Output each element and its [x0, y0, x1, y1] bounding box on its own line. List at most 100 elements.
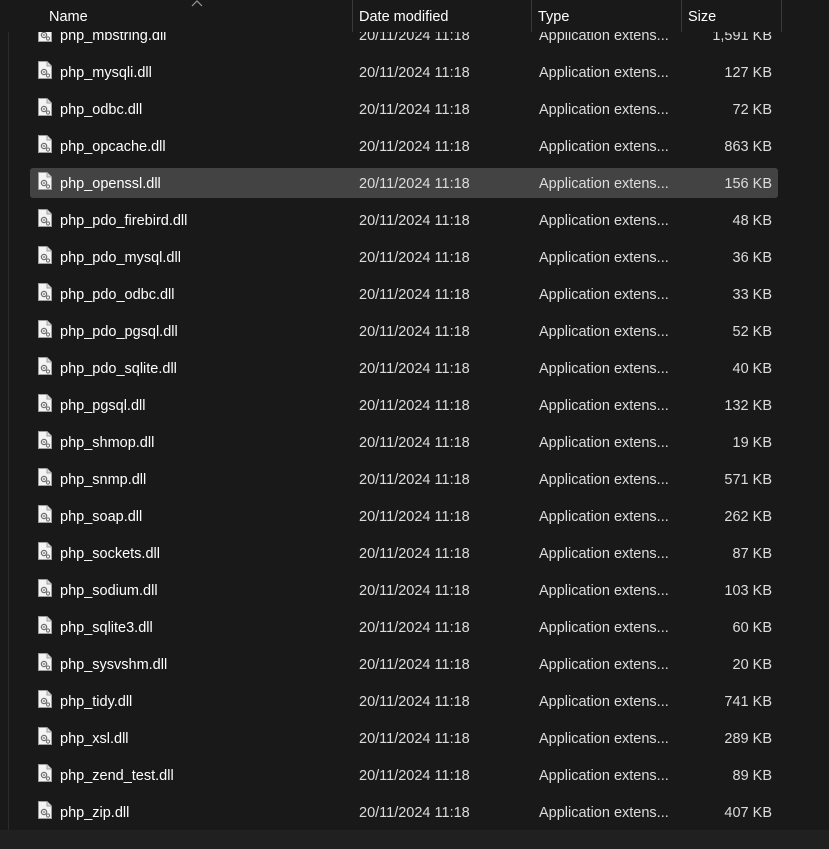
pane-left-border [8, 0, 9, 830]
dll-file-icon [38, 505, 52, 523]
file-name: php_xsl.dll [60, 731, 129, 747]
file-size: 33 KB [732, 287, 773, 303]
file-date-modified: 20/11/2024 11:18 [359, 213, 470, 229]
file-size: 89 KB [732, 768, 773, 784]
file-row[interactable]: php_odbc.dll 20/11/2024 11:18 Applicatio… [30, 94, 778, 124]
file-date-modified: 20/11/2024 11:18 [359, 250, 470, 266]
file-row[interactable]: php_zip.dll 20/11/2024 11:18 Application… [30, 797, 778, 827]
file-date-modified: 20/11/2024 11:18 [359, 546, 470, 562]
dll-file-icon [38, 61, 52, 79]
file-row[interactable]: php_snmp.dll 20/11/2024 11:18 Applicatio… [30, 464, 778, 494]
file-type: Application extens... [539, 435, 669, 451]
file-size: 87 KB [732, 546, 773, 562]
file-date-modified: 20/11/2024 11:18 [359, 731, 470, 747]
dll-file-icon [38, 246, 52, 264]
file-row[interactable]: php_opcache.dll 20/11/2024 11:18 Applica… [30, 131, 778, 161]
file-row[interactable]: php_xsl.dll 20/11/2024 11:18 Application… [30, 723, 778, 753]
file-type: Application extens... [539, 65, 669, 81]
file-size: 262 KB [724, 509, 772, 525]
file-name: php_openssl.dll [60, 176, 161, 192]
file-size: 52 KB [732, 324, 773, 340]
file-date-modified: 20/11/2024 11:18 [359, 102, 470, 118]
dll-file-icon [38, 690, 52, 708]
column-header-bar: Name Date modified Type Size [0, 0, 829, 32]
file-type: Application extens... [539, 361, 669, 377]
file-type: Application extens... [539, 139, 669, 155]
file-row[interactable]: php_pdo_odbc.dll 20/11/2024 11:18 Applic… [30, 279, 778, 309]
file-type: Application extens... [539, 213, 669, 229]
file-size: 72 KB [732, 102, 773, 118]
file-date-modified: 20/11/2024 11:18 [359, 472, 470, 488]
file-row[interactable]: php_sqlite3.dll 20/11/2024 11:18 Applica… [30, 612, 778, 642]
file-row[interactable]: php_pdo_firebird.dll 20/11/2024 11:18 Ap… [30, 205, 778, 235]
column-header-size[interactable]: Size [682, 0, 782, 32]
file-name: php_tidy.dll [60, 694, 133, 710]
file-row[interactable]: php_tidy.dll 20/11/2024 11:18 Applicatio… [30, 686, 778, 716]
file-size: 289 KB [724, 731, 772, 747]
file-row[interactable]: php_soap.dll 20/11/2024 11:18 Applicatio… [30, 501, 778, 531]
dll-file-icon [38, 468, 52, 486]
file-name: php_soap.dll [60, 509, 143, 525]
file-date-modified: 20/11/2024 11:18 [359, 176, 470, 192]
dll-file-icon [38, 801, 52, 819]
file-row[interactable]: php_zend_test.dll 20/11/2024 11:18 Appli… [30, 760, 778, 790]
dll-file-icon [38, 394, 52, 412]
file-row[interactable]: php_shmop.dll 20/11/2024 11:18 Applicati… [30, 427, 778, 457]
column-header-name[interactable]: Name [43, 0, 353, 32]
dll-file-icon [38, 209, 52, 227]
dll-file-icon [38, 616, 52, 634]
file-date-modified: 20/11/2024 11:18 [359, 768, 470, 784]
file-size: 103 KB [724, 583, 772, 599]
file-row[interactable]: php_mysqli.dll 20/11/2024 11:18 Applicat… [30, 57, 778, 87]
file-row[interactable]: php_sysvshm.dll 20/11/2024 11:18 Applica… [30, 649, 778, 679]
file-size: 127 KB [724, 65, 772, 81]
file-name: php_pdo_firebird.dll [60, 213, 188, 229]
file-type: Application extens... [539, 657, 669, 673]
file-name: php_sodium.dll [60, 583, 158, 599]
file-name: php_pdo_pgsql.dll [60, 324, 178, 340]
file-date-modified: 20/11/2024 11:18 [359, 657, 470, 673]
file-row[interactable]: php_pdo_mysql.dll 20/11/2024 11:18 Appli… [30, 242, 778, 272]
file-size: 863 KB [724, 139, 772, 155]
file-date-modified: 20/11/2024 11:18 [359, 694, 470, 710]
file-size: 60 KB [732, 620, 773, 636]
dll-file-icon [38, 431, 52, 449]
file-date-modified: 20/11/2024 11:18 [359, 509, 470, 525]
file-row[interactable]: php_sodium.dll 20/11/2024 11:18 Applicat… [30, 575, 778, 605]
file-size: 741 KB [724, 694, 772, 710]
file-date-modified: 20/11/2024 11:18 [359, 287, 470, 303]
file-row[interactable]: php_pgsql.dll 20/11/2024 11:18 Applicati… [30, 390, 778, 420]
column-header-type[interactable]: Type [532, 0, 682, 32]
file-name: php_sqlite3.dll [60, 620, 153, 636]
file-date-modified: 20/11/2024 11:18 [359, 398, 470, 414]
file-type: Application extens... [539, 805, 669, 821]
file-name: php_zend_test.dll [60, 768, 174, 784]
dll-file-icon [38, 135, 52, 153]
file-date-modified: 20/11/2024 11:18 [359, 324, 470, 340]
file-name: php_pgsql.dll [60, 398, 146, 414]
dll-file-icon [38, 98, 52, 116]
file-date-modified: 20/11/2024 11:18 [359, 139, 470, 155]
file-row[interactable]: php_pdo_pgsql.dll 20/11/2024 11:18 Appli… [30, 316, 778, 346]
dll-file-icon [38, 542, 52, 560]
dll-file-icon [38, 172, 52, 190]
file-date-modified: 20/11/2024 11:18 [359, 435, 470, 451]
file-name: php_odbc.dll [60, 102, 143, 118]
file-date-modified: 20/11/2024 11:18 [359, 361, 470, 377]
file-date-modified: 20/11/2024 11:18 [359, 620, 470, 636]
file-size: 48 KB [732, 213, 773, 229]
dll-file-icon [38, 653, 52, 671]
file-row[interactable]: php_openssl.dll 20/11/2024 11:18 Applica… [30, 168, 778, 198]
file-row[interactable]: php_pdo_sqlite.dll 20/11/2024 11:18 Appl… [30, 353, 778, 383]
file-date-modified: 20/11/2024 11:18 [359, 805, 470, 821]
file-type: Application extens... [539, 398, 669, 414]
file-row[interactable]: php_sockets.dll 20/11/2024 11:18 Applica… [30, 538, 778, 568]
file-type: Application extens... [539, 324, 669, 340]
file-name: php_sysvshm.dll [60, 657, 168, 673]
column-header-date-modified[interactable]: Date modified [353, 0, 532, 32]
file-type: Application extens... [539, 102, 669, 118]
file-name: php_sockets.dll [60, 546, 160, 562]
dll-file-icon [38, 320, 52, 338]
file-type: Application extens... [539, 250, 669, 266]
file-size: 571 KB [724, 472, 772, 488]
